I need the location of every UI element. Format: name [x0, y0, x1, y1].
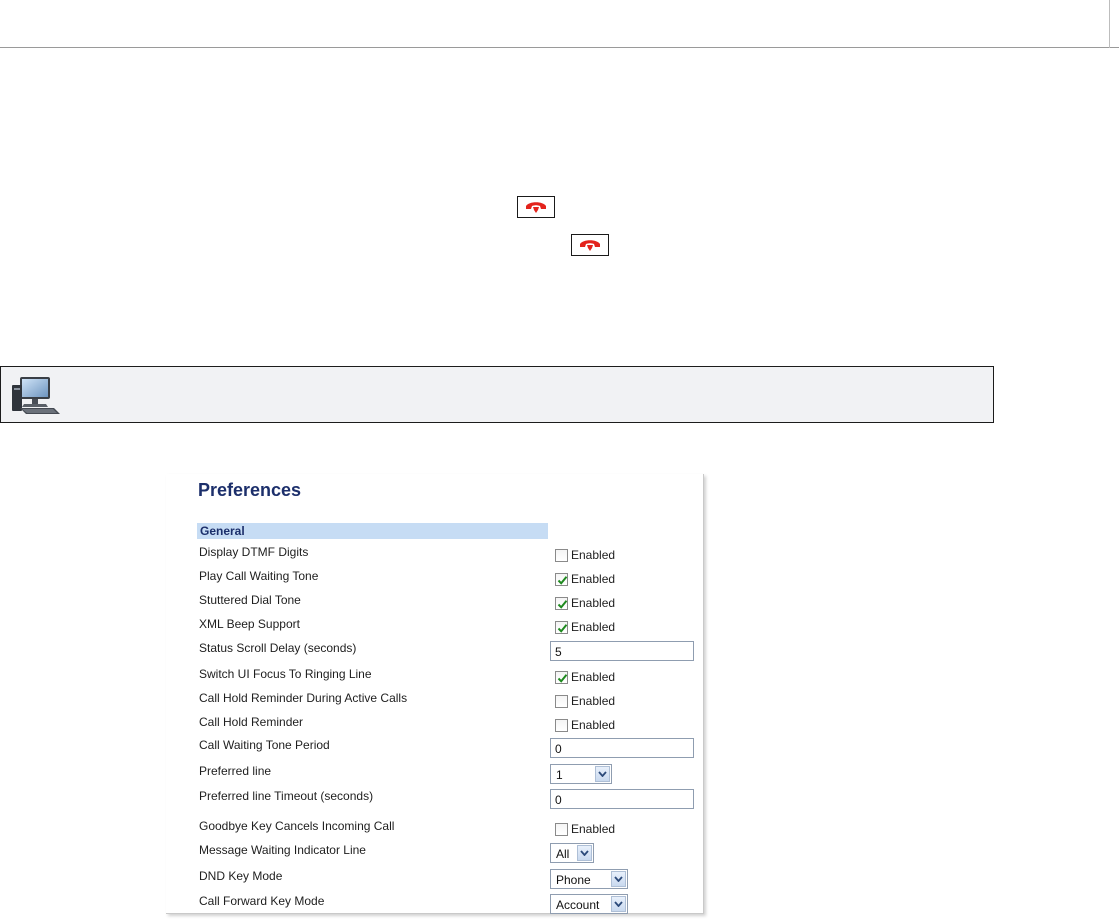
row-call-hold-reminder: Call Hold Reminder Enabled — [166, 715, 704, 739]
row-label: DND Key Mode — [199, 869, 283, 883]
call-forward-key-mode-select[interactable]: Account — [550, 894, 628, 914]
checkbox-label: Enabled — [571, 572, 616, 586]
row-label: Status Scroll Delay (seconds) — [199, 641, 357, 655]
row-status-scroll-delay: Status Scroll Delay (seconds) 5 — [166, 641, 704, 665]
section-header-general: General — [197, 523, 548, 539]
selected-value: Phone — [556, 873, 591, 887]
computer-icon — [12, 377, 60, 414]
play-call-waiting-tone-checkbox[interactable]: Enabled — [555, 572, 615, 586]
selected-value: All — [556, 847, 570, 861]
web-ui-note-box — [0, 366, 994, 423]
row-dnd-key-mode: DND Key Mode Phone — [166, 869, 704, 893]
checkbox-label: Enabled — [571, 694, 616, 708]
row-preferred-line: Preferred line 1 — [166, 764, 704, 788]
goodbye-key-icon — [571, 234, 609, 256]
header-divider — [0, 47, 1119, 48]
row-label: Call Forward Key Mode — [199, 894, 325, 908]
row-label: Call Waiting Tone Period — [199, 738, 330, 752]
checkbox[interactable] — [555, 670, 568, 684]
checkbox[interactable] — [555, 572, 568, 586]
row-mwi-line: Message Waiting Indicator Line All — [166, 843, 704, 867]
checkbox-label: Enabled — [571, 670, 616, 684]
selected-value: 1 — [556, 768, 563, 782]
row-switch-ui-focus: Switch UI Focus To Ringing Line Enabled — [166, 667, 704, 691]
preferred-line-select[interactable]: 1 — [550, 764, 612, 784]
row-label: Message Waiting Indicator Line — [199, 843, 366, 857]
row-display-dtmf-digits: Display DTMF Digits Enabled — [166, 545, 704, 569]
row-label: Call Hold Reminder — [199, 715, 304, 729]
checkbox-label: Enabled — [571, 718, 616, 732]
chevron-down-icon[interactable] — [577, 845, 592, 861]
checkbox-label: Enabled — [571, 548, 616, 562]
checkbox[interactable] — [555, 718, 568, 732]
row-call-hold-reminder-active: Call Hold Reminder During Active Calls E… — [166, 691, 704, 715]
checkbox[interactable] — [555, 596, 568, 610]
panel-title: Preferences — [198, 480, 302, 500]
header-edge-line — [1109, 0, 1110, 48]
goodbye-key-cancels-checkbox[interactable]: Enabled — [555, 822, 615, 836]
row-play-call-waiting-tone: Play Call Waiting Tone Enabled — [166, 569, 704, 593]
dnd-key-mode-select[interactable]: Phone — [550, 869, 628, 889]
checkbox[interactable] — [555, 620, 568, 634]
call-waiting-tone-period-input[interactable]: 0 — [550, 738, 694, 758]
checkbox-label: Enabled — [571, 822, 616, 836]
checkbox-label: Enabled — [571, 620, 616, 634]
row-label: Display DTMF Digits — [199, 545, 309, 559]
status-scroll-delay-input[interactable]: 5 — [550, 641, 694, 661]
row-label: Switch UI Focus To Ringing Line — [199, 667, 372, 681]
checkbox[interactable] — [555, 822, 568, 836]
goodbye-key-icon — [517, 196, 555, 218]
row-call-waiting-tone-period: Call Waiting Tone Period 0 — [166, 738, 704, 762]
row-label: Play Call Waiting Tone — [199, 569, 319, 583]
row-xml-beep-support: XML Beep Support Enabled — [166, 617, 704, 641]
row-goodbye-key-cancels: Goodbye Key Cancels Incoming Call Enable… — [166, 819, 704, 843]
selected-value: Account — [556, 898, 600, 912]
chevron-down-icon[interactable] — [595, 766, 610, 782]
chevron-down-icon[interactable] — [611, 896, 626, 912]
switch-ui-focus-checkbox[interactable]: Enabled — [555, 670, 615, 684]
chevron-down-icon[interactable] — [611, 871, 626, 887]
checkbox[interactable] — [555, 694, 568, 708]
checkbox-label: Enabled — [571, 596, 616, 610]
row-label: Preferred line Timeout (seconds) — [199, 789, 374, 803]
display-dtmf-enabled-checkbox[interactable]: Enabled — [555, 548, 615, 562]
preferences-panel: Preferences General Display DTMF Digits … — [166, 474, 704, 914]
checkmark-icon — [557, 599, 568, 609]
row-label: Stuttered Dial Tone — [199, 593, 301, 607]
row-label: XML Beep Support — [199, 617, 300, 631]
checkmark-icon — [557, 623, 568, 633]
hang-up-handset-icon — [526, 202, 546, 213]
xml-beep-support-checkbox[interactable]: Enabled — [555, 620, 615, 634]
checkmark-icon — [557, 575, 568, 585]
checkmark-icon — [557, 673, 568, 683]
row-call-forward-key-mode: Call Forward Key Mode Account — [166, 894, 704, 918]
row-label: Call Hold Reminder During Active Calls — [199, 691, 408, 705]
stuttered-dial-tone-checkbox[interactable]: Enabled — [555, 596, 615, 610]
mwi-line-select[interactable]: All — [550, 843, 594, 863]
row-stuttered-dial-tone: Stuttered Dial Tone Enabled — [166, 593, 704, 617]
row-label: Preferred line — [199, 764, 272, 778]
preferred-line-timeout-input[interactable]: 0 — [550, 789, 694, 809]
hang-up-handset-icon — [580, 240, 600, 251]
row-preferred-line-timeout: Preferred line Timeout (seconds) 0 — [166, 789, 704, 813]
row-label: Goodbye Key Cancels Incoming Call — [199, 819, 395, 833]
call-hold-reminder-active-checkbox[interactable]: Enabled — [555, 694, 615, 708]
checkbox[interactable] — [555, 548, 568, 562]
call-hold-reminder-checkbox[interactable]: Enabled — [555, 718, 615, 732]
